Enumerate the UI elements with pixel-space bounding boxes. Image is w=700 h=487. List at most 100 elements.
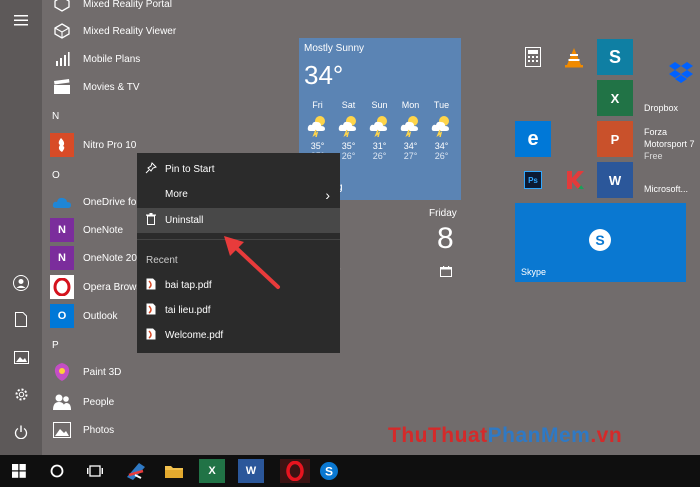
app-outlook[interactable]: O Outlook	[50, 302, 117, 330]
search-button[interactable]	[44, 459, 70, 483]
snipping-tool-icon	[127, 463, 145, 480]
onenote-2016-icon: N	[50, 246, 74, 270]
power-icon[interactable]	[11, 424, 31, 444]
calculator-icon	[525, 47, 541, 67]
taskbar-excel[interactable]: X	[199, 459, 225, 483]
outlook-icon: O	[50, 304, 74, 328]
app-label: People	[83, 396, 115, 408]
calendar-date: 8	[437, 222, 454, 255]
red-arrow-annotation	[224, 236, 280, 289]
forecast-high: 35°	[341, 141, 356, 151]
app-onenote-2016[interactable]: N OneNote 20	[50, 244, 137, 272]
mixed-reality-viewer-icon	[50, 19, 74, 43]
start-button[interactable]	[6, 459, 32, 483]
taskbar-skype[interactable]: S	[316, 459, 342, 483]
dropbox-tile[interactable]: Dropbox	[638, 39, 700, 117]
nitro-pro-icon	[50, 133, 74, 157]
app-mixed-reality-portal[interactable]: Mixed Reality Portal	[50, 0, 172, 18]
app-label: OneDrive for	[83, 196, 140, 208]
app-mobile-plans[interactable]: Mobile Plans	[50, 45, 140, 73]
forecast-high: 34°	[403, 141, 418, 151]
taskbar-file-explorer[interactable]	[161, 459, 187, 483]
app-label: OneNote 20	[83, 252, 137, 264]
forecast-day-name: Sat	[341, 100, 356, 110]
sway-s-icon: S	[608, 46, 621, 67]
section-letter-p[interactable]: P	[52, 340, 59, 351]
partly-sunny-thunder-icon	[426, 113, 457, 139]
forecast-low: 27°	[403, 151, 418, 161]
excel-tile[interactable]: X	[597, 80, 633, 116]
photoshop-icon: Ps	[524, 171, 542, 189]
user-avatar-icon[interactable]	[11, 275, 31, 295]
forecast-high: 34°	[434, 141, 449, 151]
watermark: ThuThuatPhanMem.vn	[388, 424, 622, 448]
skype-icon: S	[589, 229, 611, 251]
pictures-icon[interactable]	[11, 349, 31, 369]
app-movies-tv[interactable]: Movies & TV	[50, 73, 140, 101]
app-label: Nitro Pro 10	[83, 139, 137, 151]
search-circle-icon	[50, 464, 64, 478]
vlc-tile[interactable]	[556, 39, 592, 75]
kaspersky-tile[interactable]	[556, 162, 592, 198]
forecast-day-name: Fri	[312, 100, 323, 110]
app-label: Mobile Plans	[83, 53, 141, 65]
pdf-file-icon	[137, 278, 165, 293]
more-menu-item[interactable]: More ›	[137, 182, 340, 207]
app-label: Opera Brows	[83, 281, 142, 293]
app-opera-browser[interactable]: Opera Brows	[50, 273, 141, 301]
app-onedrive[interactable]: OneDrive for	[50, 188, 140, 216]
app-photos[interactable]: Photos	[50, 416, 114, 444]
forecast-day: Sat 35° 26°	[333, 100, 364, 161]
watermark-part3: .vn	[590, 424, 623, 447]
section-letter-n[interactable]: N	[52, 111, 59, 122]
opera-taskbar-icon	[286, 461, 304, 481]
recent-file-label: Welcome.pdf	[165, 330, 224, 341]
movies-tv-clapperboard-icon	[50, 75, 74, 99]
start-menu: Mixed Reality Portal Mixed Reality Viewe…	[0, 0, 700, 455]
trash-icon	[137, 213, 165, 228]
pdf-file-icon	[137, 328, 165, 343]
forecast-day-name: Mon	[401, 100, 420, 110]
excel-icon: X	[610, 90, 620, 106]
documents-icon[interactable]	[11, 312, 31, 332]
photoshop-tile[interactable]: Ps	[515, 162, 551, 198]
pin-to-start-menu-item[interactable]: Pin to Start	[137, 157, 340, 182]
app-nitro-pro[interactable]: Nitro Pro 10	[50, 131, 136, 159]
settings-gear-icon[interactable]	[11, 387, 31, 407]
app-people[interactable]: People	[50, 388, 114, 416]
forecast-day: Mon 34° 27°	[395, 100, 426, 161]
partly-sunny-thunder-icon	[333, 113, 364, 139]
watermark-part1: ThuThuat	[388, 424, 488, 447]
section-letter-o[interactable]: O	[52, 170, 60, 181]
edge-tile[interactable]: e	[515, 121, 551, 157]
forza-title: Forza	[644, 127, 668, 137]
forecast-day-name: Tue	[433, 100, 450, 110]
powerpoint-tile[interactable]: P	[597, 121, 633, 157]
word-tile[interactable]: W	[597, 162, 633, 198]
people-icon	[50, 390, 74, 414]
app-label: Mixed Reality Portal	[83, 0, 172, 10]
uninstall-menu-item[interactable]: Uninstall	[137, 208, 340, 233]
taskbar-snipping-tool[interactable]	[123, 459, 149, 483]
sway-tile[interactable]: S	[597, 39, 633, 75]
hamburger-menu-icon[interactable]	[11, 11, 31, 31]
watermark-part2: PhanMem	[487, 424, 591, 447]
taskbar-opera[interactable]	[280, 459, 310, 483]
forecast-low: 26°	[372, 151, 387, 161]
task-view-icon	[87, 465, 103, 477]
microsoft-tile-fragment[interactable]: Microsoft...	[644, 184, 688, 194]
forza-tile[interactable]: Forza Motorsport 7 Free	[638, 121, 700, 166]
app-paint-3d[interactable]: Paint 3D	[50, 358, 121, 386]
skype-label: Skype	[521, 267, 547, 277]
recent-file-item[interactable]: Welcome.pdf	[137, 323, 340, 348]
onenote-icon: N	[50, 218, 74, 242]
app-onenote[interactable]: N OneNote	[50, 216, 123, 244]
app-label: Paint 3D	[83, 366, 122, 378]
calculator-tile[interactable]	[515, 39, 551, 75]
forza-price: Free	[644, 151, 663, 161]
app-mixed-reality-viewer[interactable]: Mixed Reality Viewer	[50, 17, 176, 45]
skype-tile[interactable]: S Skype	[515, 203, 686, 282]
taskbar-word[interactable]: W	[238, 459, 264, 483]
skype-taskbar-icon: S	[320, 462, 338, 480]
task-view-button[interactable]	[82, 459, 108, 483]
